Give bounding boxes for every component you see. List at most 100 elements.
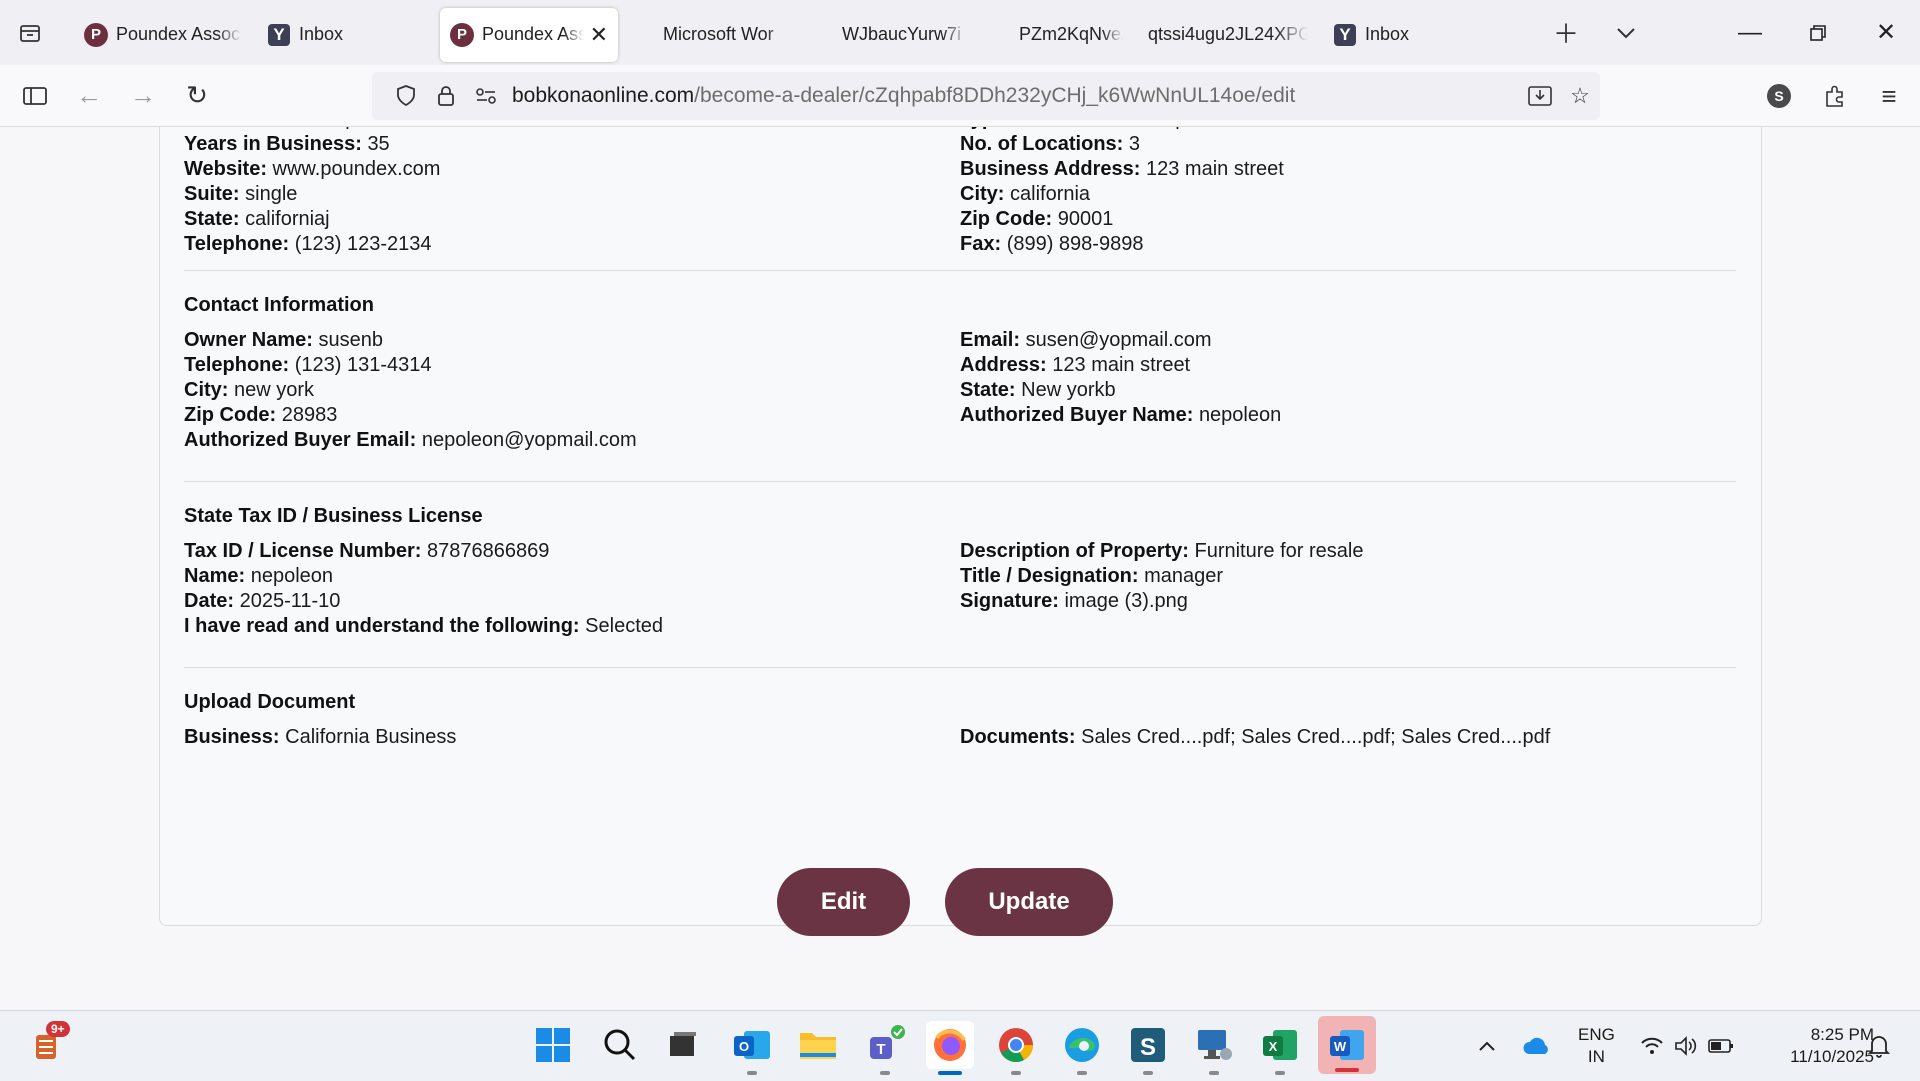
tab-microsoft-word[interactable]: Microsoft Wor [623,8,801,62]
field-label: Business Name: [184,127,340,130]
tab-pzm2[interactable]: PZm2KqNveZF [983,8,1133,62]
tab-title: Inbox [299,24,344,44]
teams-icon: T [870,1025,905,1059]
running-indicator [1143,1071,1153,1075]
close-tab-icon[interactable]: ✕ [590,22,608,48]
field-value: image (3).png [1064,590,1188,612]
sidebar-toggle-button[interactable] [8,69,62,123]
app-menu-button[interactable]: ≡ [1862,69,1916,123]
sublime-app[interactable]: S [1124,1021,1172,1075]
field-value: californiaj [245,208,330,230]
restore-button[interactable] [1784,0,1852,65]
tab-poundex-1[interactable]: P Poundex Assoc [74,8,252,62]
business-right-column: Type of Business: Swap-meet/Flea Market N… [960,127,1736,257]
upload-right-column: Documents: Sales Cred....pdf; Sales Cred… [960,725,1736,750]
field-label: Tax ID / License Number: [184,540,422,562]
teams-app[interactable]: T [861,1021,909,1075]
excel-app[interactable]: X [1256,1021,1304,1075]
field-value: 87876866869 [427,540,550,562]
field-value: Swap-meet/Flea Market [1136,127,1348,130]
site-permissions-icon[interactable] [466,72,506,120]
section-title: State Tax ID / Business License [184,505,483,527]
tab-inbox-2[interactable]: Y Inbox [1323,8,1473,62]
chrome-app[interactable] [992,1021,1040,1075]
region-code: IN [1587,1047,1605,1066]
tracking-protection-shield-icon[interactable] [386,72,426,120]
state-tax-section: State Tax ID / Business License Tax ID /… [184,505,1736,639]
extensions-button[interactable] [1808,69,1862,123]
yahoo-favicon-icon: Y [1333,23,1357,47]
update-button[interactable]: Update [945,868,1113,936]
field-row: No. of Locations: 3 [960,132,1736,157]
field-value: Sales Cred....pdf; Sales Cred....pdf; Sa… [1081,726,1551,748]
edit-button[interactable]: Edit [777,868,910,936]
new-tab-button[interactable]: ＋ [1536,0,1596,65]
running-indicator [1077,1071,1087,1075]
field-row: Zip Code: 28983 [184,403,960,428]
search-button[interactable] [596,1021,644,1069]
outlook-icon: O [734,1031,770,1059]
minimize-button[interactable]: — [1716,0,1784,65]
tab-wjbauc[interactable]: WJbaucYurw7i [806,8,978,62]
field-value: 35 [367,133,390,155]
word-app[interactable]: W [1318,1016,1376,1074]
folder-icon [800,1033,836,1059]
task-view-button[interactable] [659,1021,707,1069]
list-tabs-button[interactable] [1596,0,1656,65]
outlook-app[interactable]: O [728,1021,776,1075]
bookmark-star-icon[interactable]: ☆ [1560,72,1600,120]
minimize-icon: — [1738,18,1762,46]
tab-title: Inbox [1365,24,1410,44]
language-indicator[interactable]: ENG IN [1578,1011,1615,1081]
section-divider [184,667,1736,668]
edge-app[interactable] [1058,1021,1106,1075]
url-text: bobkonaonline.com/become-a-dealer/cZqhpa… [512,84,1295,108]
reload-button[interactable]: ↻ [170,69,224,123]
running-indicator [1011,1071,1021,1075]
chevron-up-icon [1479,1041,1495,1051]
field-row: I have read and understand the following… [184,614,960,639]
tab-poundex-active[interactable]: P Poundex Ass ✕ [440,7,618,62]
field-label: Authorized Buyer Name: [960,404,1194,426]
field-label: Telephone: [184,354,290,376]
show-hidden-icons-button[interactable] [1478,1011,1496,1081]
field-label: Documents: [960,726,1076,748]
browser-tab-strip: P Poundex Assoc Y Inbox P Poundex Ass ✕ … [0,0,1920,65]
save-to-device-icon[interactable] [1520,72,1560,120]
remote-desktop-app[interactable] [1190,1021,1238,1075]
field-label: Owner Name: [184,329,313,351]
forward-button[interactable]: → [116,69,170,123]
upload-left-column: Business: California Business [184,725,960,750]
business-left-column: Business Name: poundex Years in Business:… [184,127,960,257]
hamburger-menu-icon: ≡ [1881,80,1897,111]
tab-qtssi[interactable]: qtssi4ugu2JL24XPG [1138,8,1318,62]
account-button[interactable]: S [1752,69,1806,123]
url-path: /become-a-dealer/cZqhpabf8DDh232yCHj_k6W… [694,84,1296,107]
field-label: Years in Business: [184,133,362,155]
lock-icon[interactable] [426,72,466,120]
field-value: 123 main street [1146,158,1284,180]
firefox-app[interactable] [926,1021,974,1075]
file-explorer-app[interactable] [794,1021,842,1069]
windows-taskbar: 9+ O T S X W ENG IN 8:25 PM 11/10/2025 [0,1010,1920,1081]
back-button[interactable]: ← [62,69,116,123]
svg-text:W: W [1334,1039,1347,1054]
widgets-button[interactable]: 9+ [24,1021,72,1069]
onedrive-tray[interactable] [1522,1011,1552,1081]
tab-actions: ＋ — ✕ [1536,0,1920,65]
field-row: Email: susen@yopmail.com [960,328,1736,353]
tab-title: WJbaucYurw7i [842,24,962,44]
address-bar[interactable]: bobkonaonline.com/become-a-dealer/cZqhpa… [372,72,1600,120]
clock[interactable]: 8:25 PM 11/10/2025 [1760,1011,1874,1081]
notification-center-button[interactable] [1868,1011,1890,1081]
running-indicator [1275,1071,1285,1075]
tab-inbox-1[interactable]: Y Inbox [257,8,435,62]
svg-text:T: T [876,1041,885,1058]
start-button[interactable] [529,1021,577,1069]
field-label: Telephone: [184,233,290,255]
language-code: ENG [1578,1025,1615,1044]
windows-logo-icon [536,1028,570,1062]
close-window-button[interactable]: ✕ [1852,0,1920,65]
quick-settings-button[interactable] [1640,1011,1734,1081]
tab-overview-button[interactable] [0,0,60,65]
